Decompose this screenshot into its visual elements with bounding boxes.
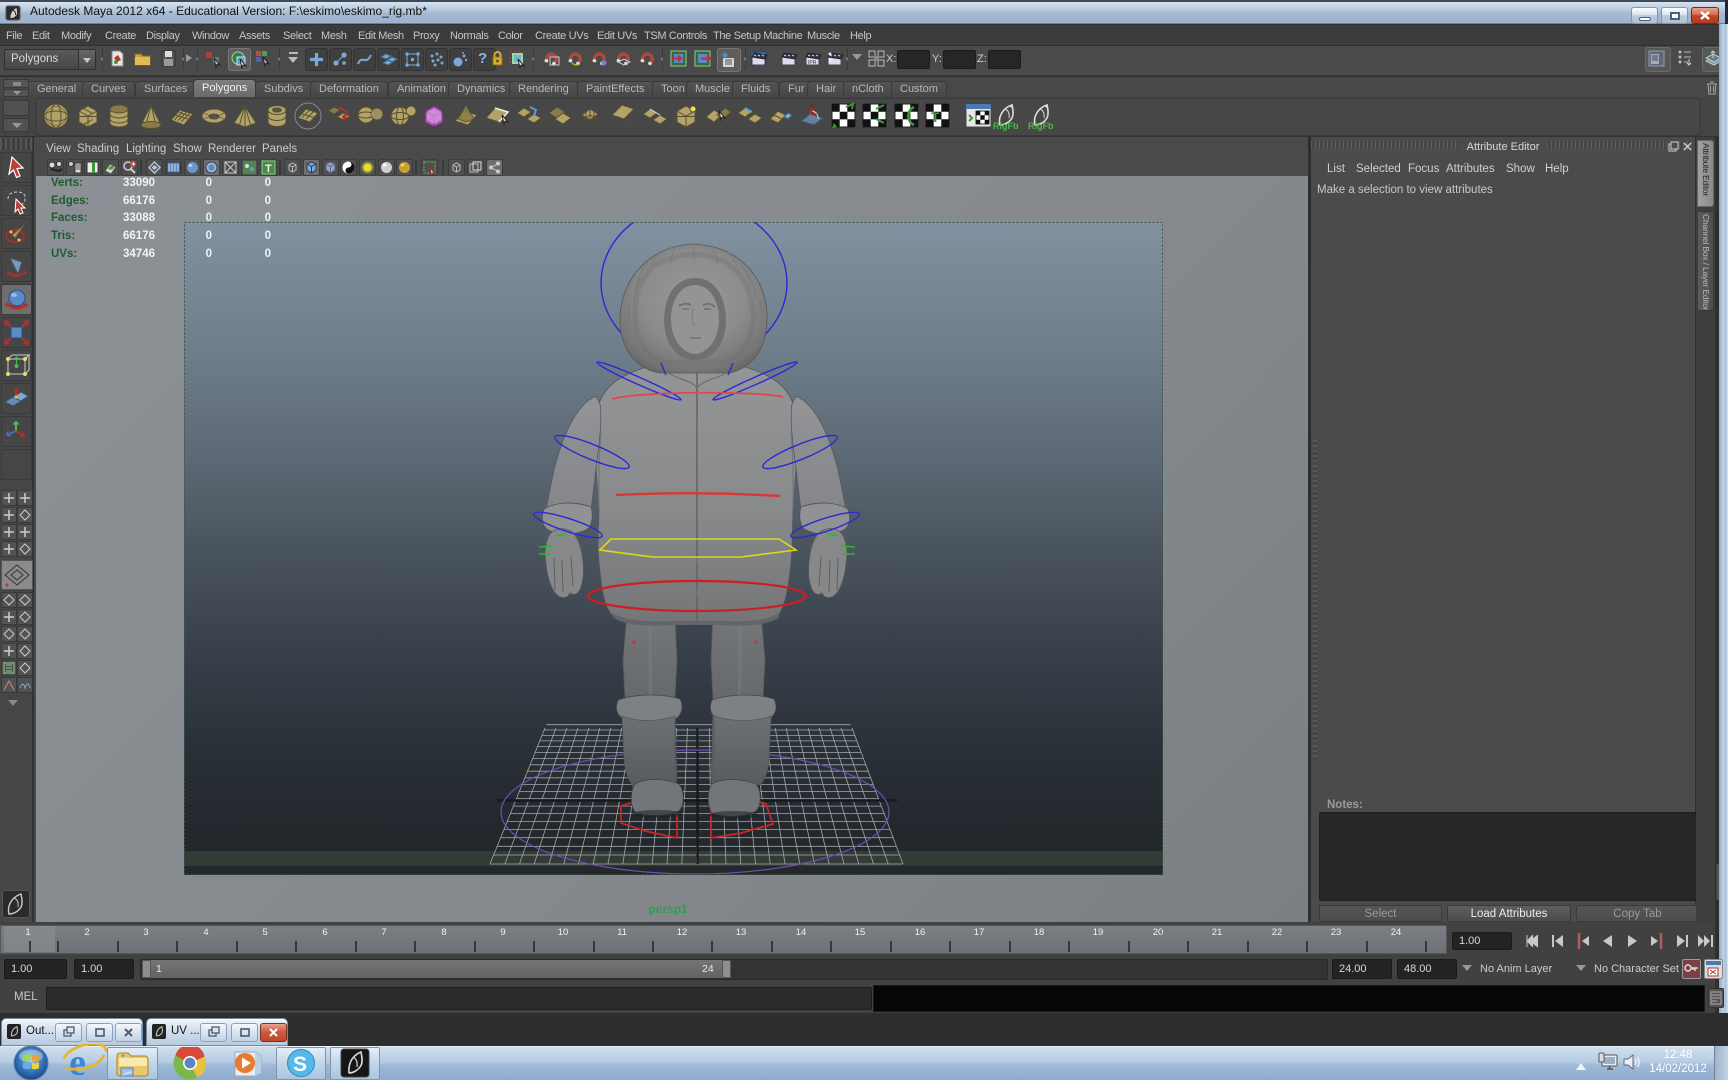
svg-text:S: S (293, 1053, 307, 1076)
svg-text:RigFb: RigFb (993, 121, 1019, 131)
svg-text:T: T (265, 163, 272, 175)
svg-text:T: T (931, 109, 940, 125)
svg-text:IPR: IPR (808, 60, 817, 66)
svg-text:RigFb: RigFb (1028, 121, 1054, 131)
